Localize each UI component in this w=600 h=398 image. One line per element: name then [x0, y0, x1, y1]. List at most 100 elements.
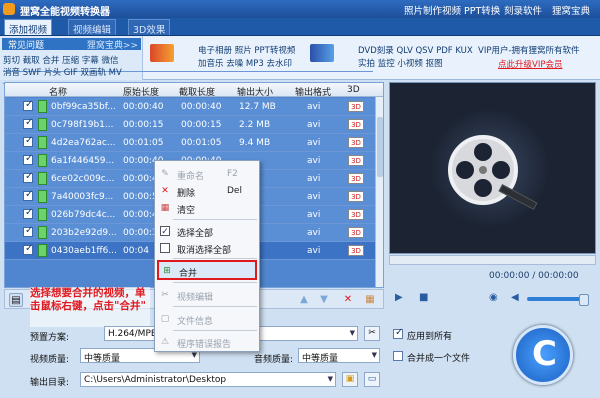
- faq-more-link[interactable]: 狸窝宝典>>: [87, 38, 138, 51]
- stop-icon[interactable]: ■: [419, 292, 428, 303]
- photo-album-icon: [150, 44, 174, 62]
- list-scrollbar[interactable]: [375, 97, 383, 287]
- row-format: avi: [307, 138, 321, 148]
- 3d-badge-icon[interactable]: 3D: [348, 209, 364, 220]
- promo-line-a2[interactable]: 加音乐 去噪 MP3 去水印: [198, 57, 292, 69]
- video-quality-label: 视频质量:: [30, 355, 70, 365]
- row-orig: 00:00:15: [123, 120, 164, 130]
- menu-select-all[interactable]: ✓ 选择全部: [157, 222, 257, 240]
- promo-line-a1[interactable]: 电子相册 照片 PPT转视频: [198, 44, 295, 56]
- open-folder-icon[interactable]: ▭: [364, 372, 380, 387]
- preview-seekbar[interactable]: [389, 255, 596, 265]
- tab-3d[interactable]: 3D效果: [128, 19, 171, 36]
- 3d-badge-icon[interactable]: 3D: [348, 101, 364, 112]
- rename-icon: ✎: [161, 169, 169, 179]
- merge-one-checkbox[interactable]: [393, 351, 403, 361]
- col-output-size[interactable]: 输出大小: [237, 85, 273, 98]
- scrollbar-thumb[interactable]: [377, 117, 383, 177]
- row-checkbox[interactable]: [23, 117, 33, 129]
- row-checkbox[interactable]: [23, 243, 33, 255]
- convert-button[interactable]: [513, 325, 573, 385]
- play-icon[interactable]: ▶: [395, 292, 403, 303]
- 3d-badge-icon[interactable]: 3D: [348, 173, 364, 184]
- info-icon: ▢: [160, 314, 170, 324]
- table-row[interactable]: 0c798f19b1... 00:00:15 00:00:15 2.2 MB a…: [5, 116, 375, 134]
- row-name: 0430aeb1ff6...: [51, 246, 117, 256]
- merge-icon: ⊞: [163, 266, 171, 276]
- audio-quality-label: 音频质量:: [254, 355, 294, 365]
- row-cut: 00:00:15: [181, 120, 222, 130]
- table-row[interactable]: 0bf99ca35bf... 00:00:40 00:00:40 12.7 MB…: [5, 98, 375, 116]
- row-checkbox[interactable]: [23, 99, 33, 111]
- instruction-callout: 选择想要合并的视频，单击鼠标右键，点击"合并": [30, 287, 150, 327]
- apply-all-checkbox[interactable]: [393, 327, 403, 339]
- menu-separator: [173, 306, 257, 307]
- row-orig: 00:00:40: [123, 102, 164, 112]
- tab-add-video[interactable]: 添加视频: [4, 19, 53, 36]
- 3d-badge-icon[interactable]: 3D: [348, 227, 364, 238]
- video-file-icon: [38, 190, 47, 203]
- row-orig: 00:01:05: [123, 138, 164, 148]
- row-size: 12.7 MB: [239, 102, 276, 112]
- menu-separator: [173, 219, 257, 220]
- faq-panel: 常见问题 狸窝宝典>> 剪切 截取 合并 压缩 字幕 微信 消音 SWF 片头 …: [0, 36, 373, 84]
- table-row[interactable]: 4d2ea762ac... 00:01:05 00:01:05 9.4 MB a…: [5, 134, 375, 152]
- row-size: 9.4 MB: [239, 138, 271, 148]
- audio-quality-select[interactable]: 中等质量: [298, 348, 380, 363]
- col-output-format[interactable]: 输出格式: [295, 85, 331, 98]
- menu-ppt[interactable]: PPT转换: [464, 3, 500, 17]
- preview-time: 00:00:00 / 00:00:00: [489, 271, 579, 281]
- video-file-icon: [38, 136, 47, 149]
- menu-merge[interactable]: ⊞ 合并: [157, 260, 257, 280]
- row-checkbox[interactable]: [23, 225, 33, 237]
- 3d-badge-icon[interactable]: 3D: [348, 137, 364, 148]
- checkbox-checked-icon: ✓: [160, 226, 170, 237]
- col-name[interactable]: 名称: [49, 85, 67, 98]
- 3d-badge-icon[interactable]: 3D: [348, 155, 364, 166]
- settings-icon[interactable]: ✂: [364, 326, 380, 341]
- menu-delete[interactable]: ✕ 删除 Del: [157, 182, 257, 200]
- promo-line-b1[interactable]: DVD刻录 QLV QSV PDF KUX: [358, 44, 473, 56]
- volume-icon[interactable]: ◀: [511, 292, 519, 303]
- 3d-badge-icon[interactable]: 3D: [348, 245, 364, 256]
- move-up-icon[interactable]: ▲: [297, 293, 311, 307]
- row-format: avi: [307, 192, 321, 202]
- 3d-badge-icon[interactable]: 3D: [348, 119, 364, 130]
- menu-burn[interactable]: 刻录软件: [504, 3, 542, 17]
- row-name: 6a1f446459...: [51, 156, 115, 166]
- row-format: avi: [307, 120, 321, 130]
- menu-guide[interactable]: 狸窝宝典: [552, 3, 590, 17]
- row-size: 2.2 MB: [239, 120, 271, 130]
- row-name: 026b79dc4c...: [51, 210, 116, 220]
- browse-folder-icon[interactable]: ▣: [342, 372, 358, 387]
- video-file-icon: [38, 226, 47, 239]
- clear-list-icon[interactable]: ▦: [363, 293, 377, 307]
- move-down-icon[interactable]: ▼: [317, 293, 331, 307]
- list-view-icon[interactable]: ▤: [9, 293, 23, 307]
- row-checkbox[interactable]: [23, 171, 33, 183]
- menu-deselect-all[interactable]: 取消选择全部: [157, 239, 257, 257]
- menu-clear[interactable]: ▦ 清空: [157, 199, 257, 217]
- menu-photo-video[interactable]: 照片制作视频: [404, 3, 461, 17]
- promo-line-b2[interactable]: 实拍 监控 小视频 抠图: [358, 57, 443, 69]
- row-name: 203b2e92d9...: [51, 228, 117, 238]
- context-menu: ✎ 重命名 F2 ✕ 删除 Del ▦ 清空 ✓ 选择全部 取消选择全部 ⊞ 合…: [154, 160, 260, 352]
- row-checkbox[interactable]: [23, 189, 33, 201]
- volume-slider[interactable]: [527, 294, 589, 306]
- snapshot-icon[interactable]: ◉: [489, 292, 498, 303]
- row-checkbox[interactable]: [23, 207, 33, 219]
- row-checkbox[interactable]: [23, 135, 33, 147]
- row-checkbox[interactable]: [23, 153, 33, 165]
- col-3d[interactable]: 3D: [347, 85, 360, 95]
- col-orig-length[interactable]: 原始长度: [123, 85, 159, 98]
- output-dir-input[interactable]: C:\Users\Administrator\Desktop: [80, 372, 336, 387]
- delete-icon[interactable]: ✕: [341, 293, 355, 307]
- col-cut-length[interactable]: 截取长度: [179, 85, 215, 98]
- delete-icon: ✕: [161, 186, 169, 196]
- 3d-badge-icon[interactable]: 3D: [348, 191, 364, 202]
- vip-upgrade-link[interactable]: 点此升级VIP会员: [498, 58, 562, 70]
- tab-video-edit[interactable]: 视频编辑: [68, 19, 117, 36]
- merge-one-label: 合并成一个文件: [407, 354, 471, 364]
- menu-rename: ✎ 重命名 F2: [161, 169, 238, 182]
- row-name: 7a40003fc9...: [51, 192, 114, 202]
